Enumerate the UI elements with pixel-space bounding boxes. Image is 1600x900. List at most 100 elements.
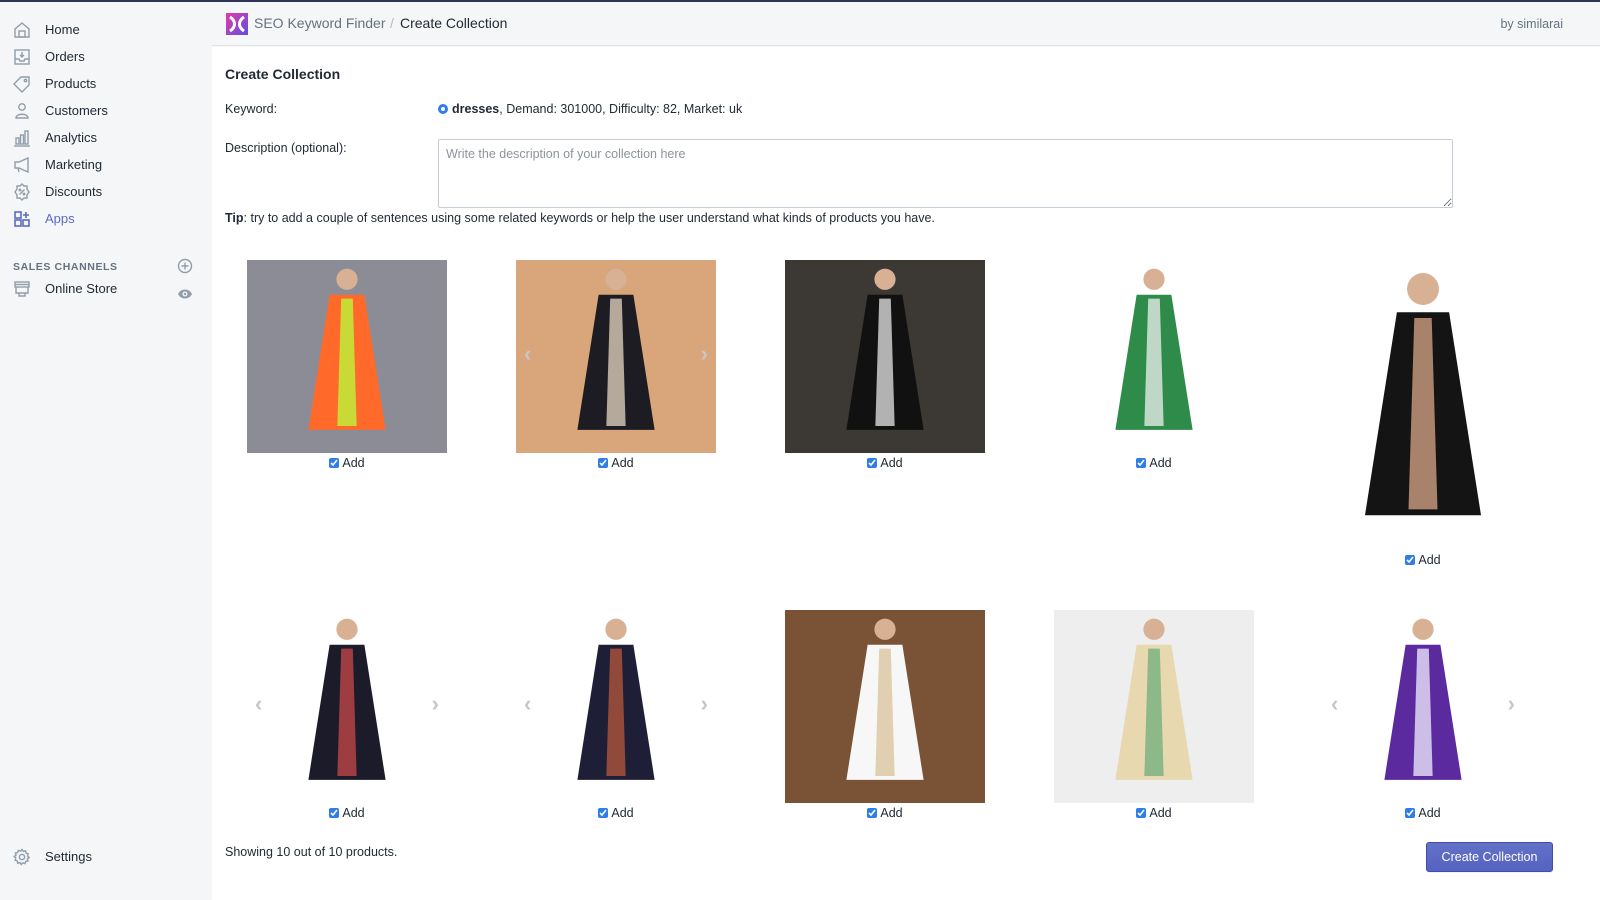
product-photo-placeholder — [785, 260, 985, 453]
sidebar-item-label: Customers — [45, 103, 108, 118]
product-image — [1323, 260, 1523, 550]
carousel-prev-arrow-icon[interactable]: ‹ — [524, 692, 531, 715]
sidebar-item-customers[interactable]: Customers — [0, 97, 212, 124]
create-collection-button[interactable]: Create Collection — [1426, 842, 1553, 872]
add-product-checkbox[interactable] — [329, 458, 340, 468]
seo-keyword-finder-logo-icon — [226, 13, 248, 35]
breadcrumb-current-page: Create Collection — [400, 15, 508, 31]
sidebar-item-label: Discounts — [45, 184, 103, 199]
product-image — [516, 260, 716, 453]
keyword-term: dresses — [452, 102, 500, 116]
add-label: Add — [880, 456, 903, 470]
sidebar-item-home[interactable]: Home — [0, 16, 212, 43]
sidebar-item-label: Apps — [45, 211, 75, 226]
sidebar-item-label: Online Store — [45, 281, 118, 296]
page-title: Create Collection — [225, 66, 341, 82]
carousel-next-arrow-icon[interactable]: › — [1508, 692, 1515, 715]
product-photo-placeholder — [516, 610, 716, 803]
add-product-toggle[interactable]: Add — [247, 456, 447, 470]
add-product-toggle[interactable]: Add — [516, 806, 716, 820]
add-product-checkbox[interactable] — [867, 808, 878, 818]
add-product-toggle[interactable]: Add — [247, 806, 447, 820]
keyword-radio[interactable] — [438, 104, 448, 114]
add-product-checkbox[interactable] — [329, 808, 340, 818]
product-photo-placeholder — [785, 610, 985, 803]
add-product-toggle[interactable]: Add — [785, 456, 985, 470]
sidebar-item-marketing[interactable]: Marketing — [0, 151, 212, 178]
add-sales-channel-icon[interactable] — [177, 258, 193, 274]
sidebar-item-settings[interactable]: Settings — [0, 843, 212, 870]
product-image — [785, 260, 985, 453]
breadcrumb-separator: / — [390, 15, 394, 31]
sidebar: Home Orders Products Customers Analytics… — [0, 2, 212, 900]
tip-text: Tip: try to add a couple of sentences us… — [225, 211, 935, 225]
add-label: Add — [611, 806, 634, 820]
product-image — [1054, 260, 1254, 453]
tip-body: : try to add a couple of sentences using… — [243, 211, 935, 225]
product-card: ‹ › Add — [247, 610, 447, 822]
keyword-details: , Demand: 301000, Difficulty: 82, Market… — [499, 102, 743, 116]
carousel-prev-arrow-icon[interactable]: ‹ — [1331, 692, 1338, 715]
product-card: Add — [1054, 610, 1254, 822]
megaphone-icon — [12, 155, 32, 175]
product-image — [516, 610, 716, 803]
add-product-checkbox[interactable] — [1405, 808, 1416, 818]
add-product-checkbox[interactable] — [598, 458, 609, 468]
sidebar-item-analytics[interactable]: Analytics — [0, 124, 212, 151]
view-store-eye-icon[interactable] — [177, 287, 193, 299]
add-product-checkbox[interactable] — [1136, 458, 1147, 468]
bar-chart-icon — [12, 128, 32, 148]
add-product-toggle[interactable]: Add — [1323, 553, 1523, 567]
product-photo-placeholder — [247, 610, 447, 803]
breadcrumb-app-link[interactable]: SEO Keyword Finder — [254, 15, 386, 31]
product-image — [785, 610, 985, 803]
add-product-checkbox[interactable] — [1405, 555, 1416, 565]
sidebar-item-orders[interactable]: Orders — [0, 43, 212, 70]
add-label: Add — [1149, 806, 1172, 820]
add-product-toggle[interactable]: Add — [1054, 456, 1254, 470]
main-content: Create Collection Keyword: dresses , Dem… — [212, 47, 1600, 900]
keyword-label: Keyword: — [225, 102, 278, 116]
sidebar-item-label: Products — [45, 76, 97, 91]
person-icon — [12, 101, 32, 121]
keyword-option[interactable]: dresses , Demand: 301000, Difficulty: 82… — [438, 102, 742, 116]
carousel-next-arrow-icon[interactable]: › — [701, 342, 708, 365]
add-product-checkbox[interactable] — [1136, 808, 1147, 818]
app-header: SEO Keyword Finder / Create Collection b… — [212, 2, 1600, 46]
sidebar-item-label: Settings — [45, 849, 92, 864]
product-photo-placeholder — [1323, 260, 1523, 550]
product-image — [1323, 610, 1523, 803]
carousel-prev-arrow-icon[interactable]: ‹ — [524, 342, 531, 365]
product-image — [1054, 610, 1254, 803]
home-icon — [12, 20, 32, 40]
add-label: Add — [342, 806, 365, 820]
store-icon — [12, 279, 32, 299]
product-card: ‹ › Add — [1323, 610, 1523, 822]
product-card: ‹ › Add — [516, 610, 716, 822]
description-input[interactable] — [438, 139, 1453, 208]
add-product-toggle[interactable]: Add — [1323, 806, 1523, 820]
carousel-next-arrow-icon[interactable]: › — [701, 692, 708, 715]
add-label: Add — [880, 806, 903, 820]
apps-icon — [12, 209, 32, 229]
sidebar-item-label: Marketing — [45, 157, 103, 172]
add-product-toggle[interactable]: Add — [516, 456, 716, 470]
add-label: Add — [611, 456, 634, 470]
carousel-next-arrow-icon[interactable]: › — [432, 692, 439, 715]
discount-icon — [12, 182, 32, 202]
showing-count: Showing 10 out of 10 products. — [225, 845, 398, 859]
product-photo-placeholder — [516, 260, 716, 453]
description-label: Description (optional): — [225, 141, 347, 155]
add-label: Add — [1418, 806, 1441, 820]
add-product-toggle[interactable]: Add — [1054, 806, 1254, 820]
orders-icon — [12, 47, 32, 67]
sales-channels-heading: SALES CHANNELS — [13, 261, 118, 273]
sidebar-item-discounts[interactable]: Discounts — [0, 178, 212, 205]
add-product-checkbox[interactable] — [867, 458, 878, 468]
tag-icon — [12, 74, 32, 94]
sidebar-item-products[interactable]: Products — [0, 70, 212, 97]
add-product-toggle[interactable]: Add — [785, 806, 985, 820]
sidebar-item-apps[interactable]: Apps — [0, 205, 212, 232]
add-product-checkbox[interactable] — [598, 808, 609, 818]
carousel-prev-arrow-icon[interactable]: ‹ — [255, 692, 262, 715]
